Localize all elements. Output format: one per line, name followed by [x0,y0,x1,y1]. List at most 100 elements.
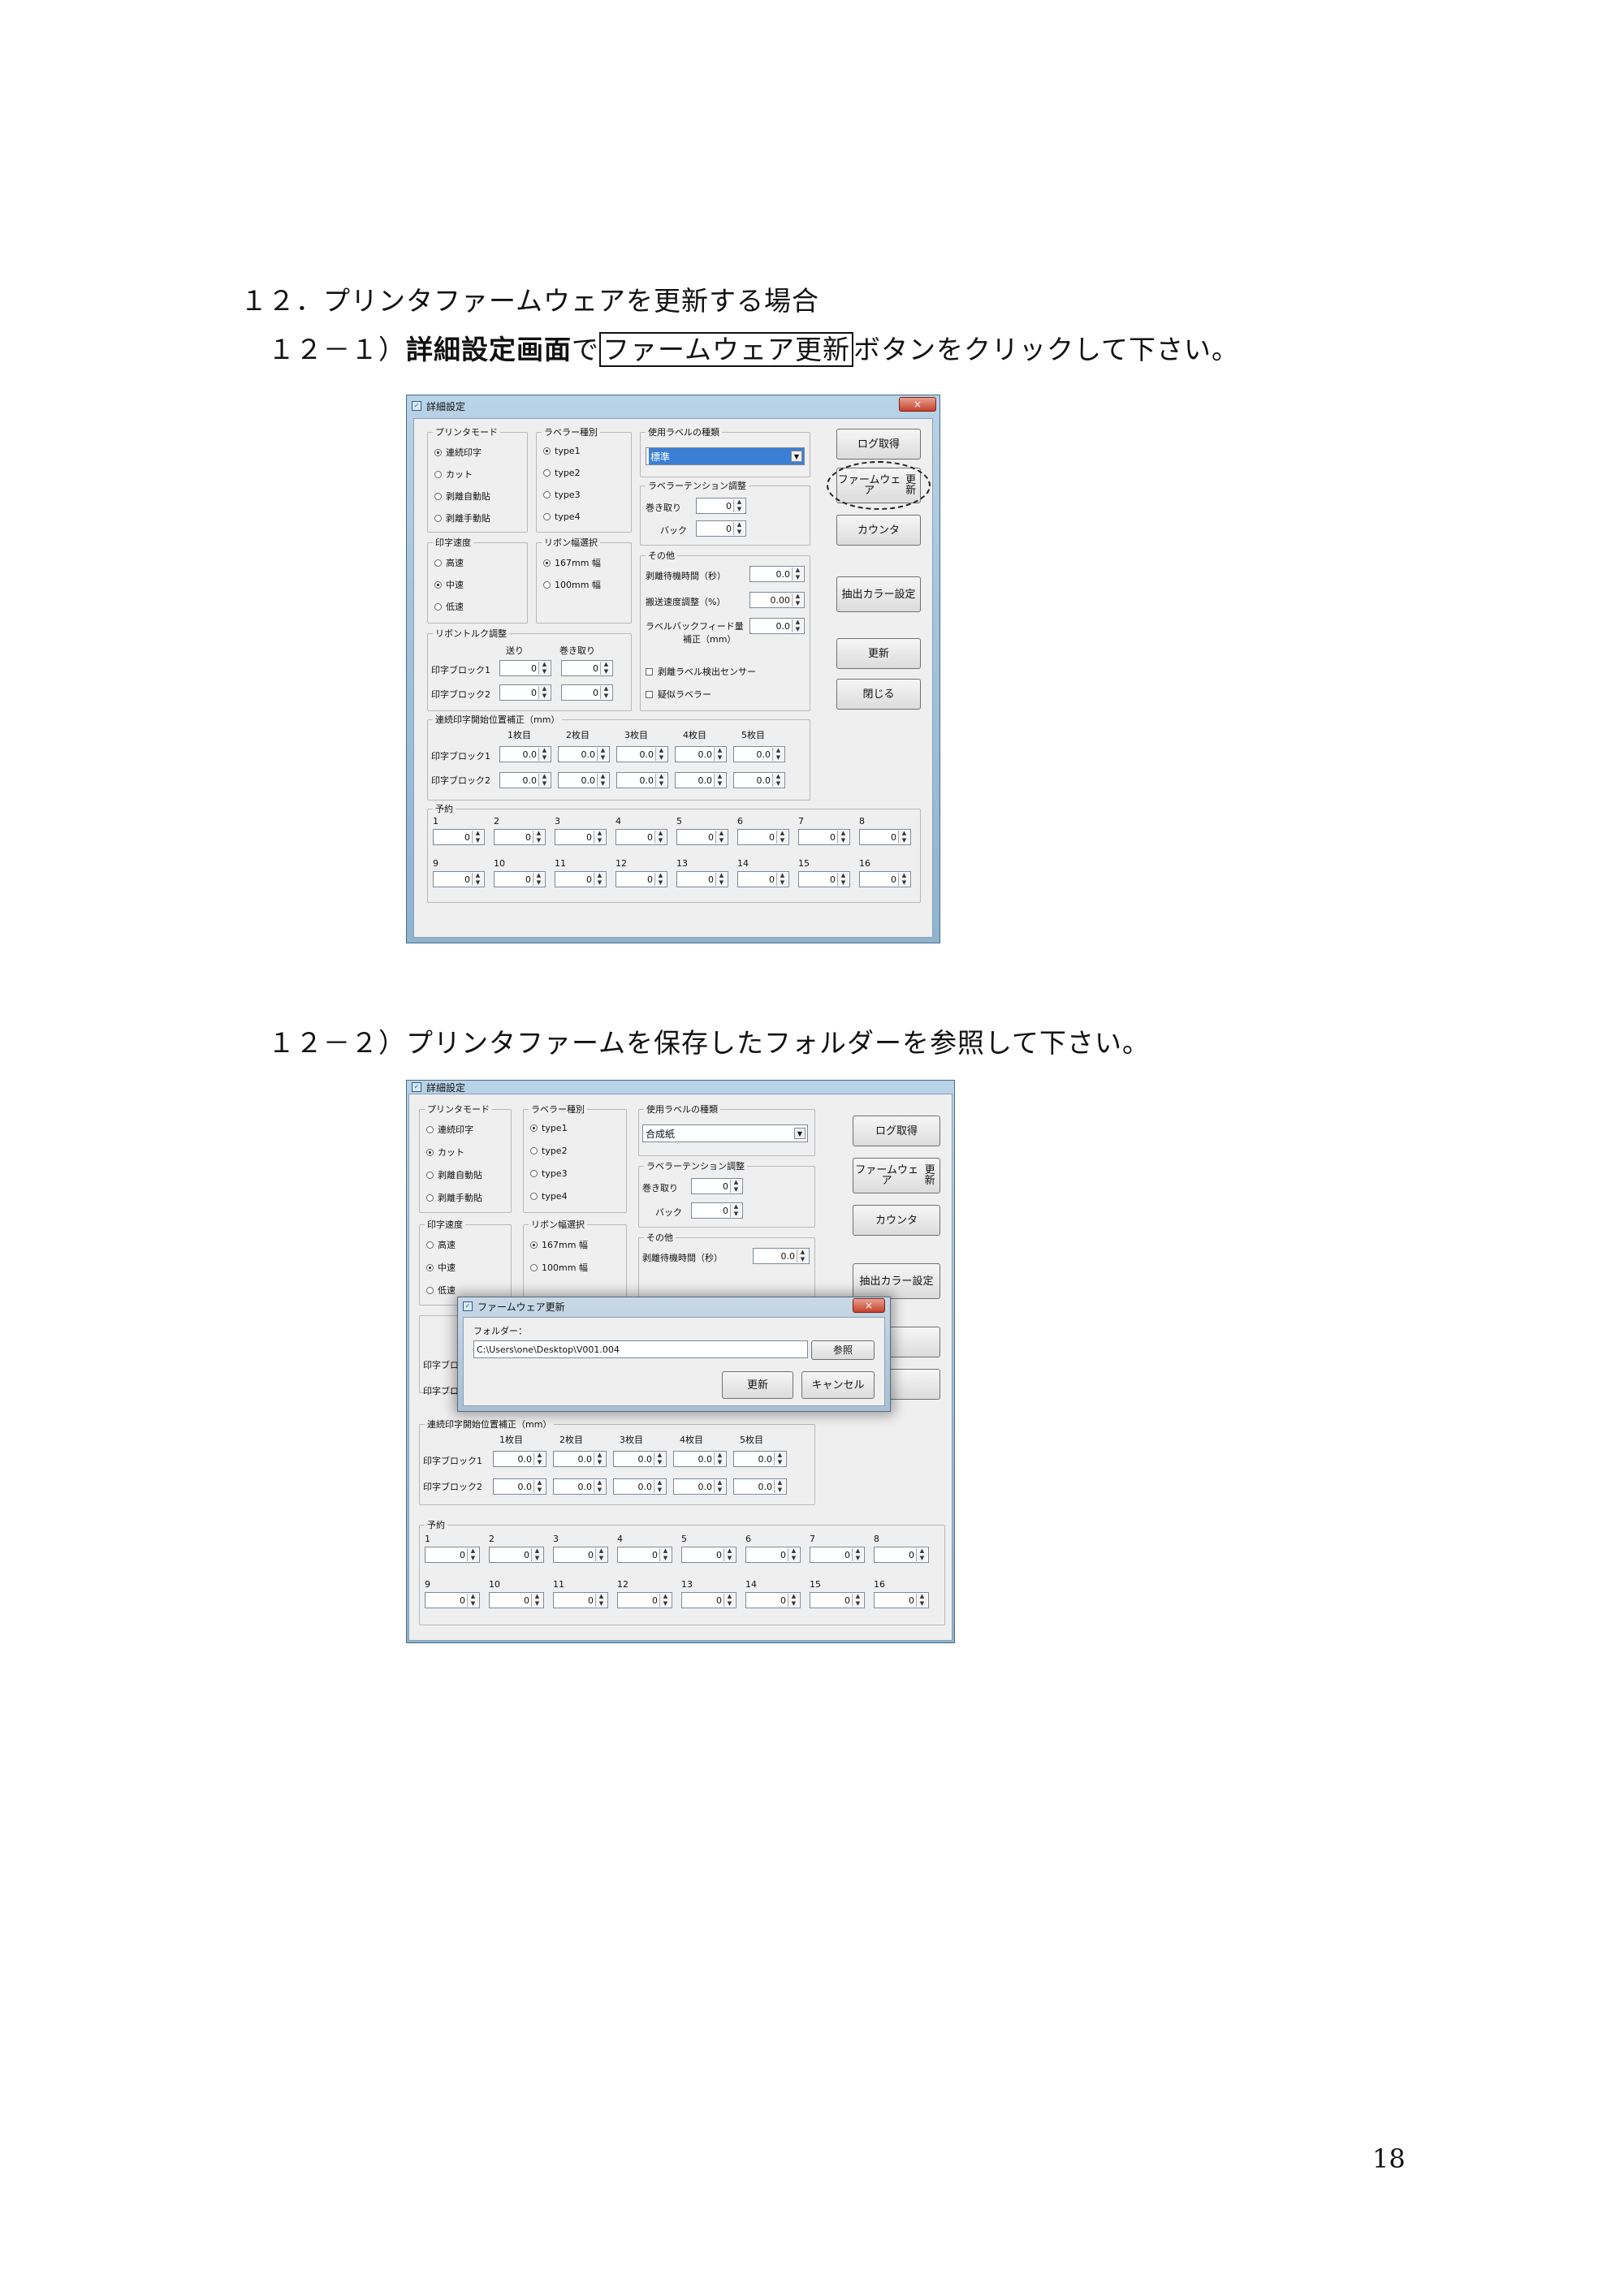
radio-type2[interactable]: type2 [543,468,581,478]
radio-continuous[interactable]: 連続印字 [434,446,482,459]
reserve-spinner[interactable]: 0 ▲ ▼ [617,1547,672,1563]
reserve-spinner[interactable]: 0 ▲ ▼ [433,829,485,845]
radio-167mm[interactable]: 167mm 幅 [543,556,601,569]
close-button[interactable]: 閉じる [836,679,921,710]
tension-back-spinner[interactable]: 0 ▲ ▼ [696,520,746,537]
peel-sensor-checkbox[interactable]: 剥離ラベル検出センサー [646,665,756,678]
start-pos2-r2c5[interactable]: 0.0 ▲ ▼ [733,1478,787,1495]
reserve-spinner[interactable]: 0 ▲ ▼ [859,871,911,887]
log-button-2[interactable]: ログ取得 [853,1116,940,1146]
dialog-update-button[interactable]: 更新 [722,1371,793,1399]
dialog-cancel-button[interactable]: キャンセル [801,1371,875,1399]
reserve-spinner[interactable]: 0 ▲ ▼ [737,829,789,845]
backfeed-spinner[interactable]: 0.0 ▲ ▼ [749,618,805,634]
start-pos2-r2c4[interactable]: 0.0 ▲ ▼ [673,1478,727,1495]
radio-type2-2[interactable]: type2 [530,1146,568,1156]
label-kind-select-2[interactable]: 合成紙 ▼ [642,1124,808,1142]
pseudo-labeler-checkbox[interactable]: 疑似ラベラー [646,688,711,701]
folder-path-input[interactable]: C:\Users\one\Desktop\V001.004 [473,1340,808,1358]
start-pos2-r1c3[interactable]: 0.0 ▲ ▼ [613,1451,667,1467]
speed-adjust-spinner[interactable]: 0.00 ▲ ▼ [749,592,805,608]
start-pos-r1c3[interactable]: 0.0 ▲ ▼ [616,746,668,762]
label-kind-select[interactable]: 標準 ▼ [646,447,805,465]
torque-row1-wind[interactable]: 0 ▲ ▼ [561,660,613,676]
reserve-spinner[interactable]: 0 ▲ ▼ [810,1592,865,1608]
color-setting-button-2[interactable]: 抽出カラー 設定 [853,1263,940,1299]
torque-row2-wind[interactable]: 0 ▲ ▼ [561,684,613,701]
reserve-spinner[interactable]: 0 ▲ ▼ [489,1592,544,1608]
start-pos2-r1c2[interactable]: 0.0 ▲ ▼ [553,1451,607,1467]
reserve-spinner[interactable]: 0 ▲ ▼ [615,829,667,845]
reserve-spinner[interactable]: 0 ▲ ▼ [745,1592,801,1608]
start-pos2-r2c2[interactable]: 0.0 ▲ ▼ [553,1478,607,1495]
radio-peel-auto[interactable]: 剥離自動貼 [434,490,490,503]
start-pos2-r2c1[interactable]: 0.0 ▲ ▼ [493,1478,546,1495]
radio-type3-2[interactable]: type3 [530,1168,568,1179]
radio-peel-manual-2[interactable]: 剥離手動貼 [426,1191,482,1204]
radio-speed-high-2[interactable]: 高速 [426,1238,456,1251]
radio-speed-mid[interactable]: 中速 [434,578,464,591]
start-pos-r2c5[interactable]: 0.0 ▲ ▼ [733,772,785,788]
start-pos-r2c4[interactable]: 0.0 ▲ ▼ [675,772,727,788]
tension-back-spinner-2[interactable]: 0 ▲ ▼ [691,1202,743,1219]
radio-type1[interactable]: type1 [543,446,581,456]
reserve-spinner[interactable]: 0 ▲ ▼ [615,871,667,887]
start-pos2-r1c1[interactable]: 0.0 ▲ ▼ [493,1451,546,1467]
reserve-spinner[interactable]: 0 ▲ ▼ [494,871,546,887]
color-setting-button[interactable]: 抽出カラー 設定 [836,576,921,612]
reserve-spinner[interactable]: 0 ▲ ▼ [745,1547,801,1563]
start-pos2-r1c4[interactable]: 0.0 ▲ ▼ [673,1451,727,1467]
reserve-spinner[interactable]: 0 ▲ ▼ [676,829,728,845]
browse-button[interactable]: 参照 [811,1340,875,1360]
torque-row2-send[interactable]: 0 ▲ ▼ [499,684,551,701]
reserve-spinner[interactable]: 0 ▲ ▼ [494,829,546,845]
start-pos-r1c2[interactable]: 0.0 ▲ ▼ [558,746,610,762]
torque-row1-send[interactable]: 0 ▲ ▼ [499,660,551,676]
radio-peel-manual[interactable]: 剥離手動貼 [434,511,490,524]
reserve-spinner[interactable]: 0 ▲ ▼ [874,1592,929,1608]
start-pos-r1c4[interactable]: 0.0 ▲ ▼ [675,746,727,762]
log-button[interactable]: ログ取得 [836,429,921,460]
peel-wait-spinner[interactable]: 0.0 ▲ ▼ [749,566,805,582]
reserve-spinner[interactable]: 0 ▲ ▼ [425,1547,480,1563]
radio-100mm-2[interactable]: 100mm 幅 [530,1261,588,1274]
reserve-spinner[interactable]: 0 ▲ ▼ [555,871,607,887]
start-pos-r2c3[interactable]: 0.0 ▲ ▼ [616,772,668,788]
reserve-spinner[interactable]: 0 ▲ ▼ [737,871,789,887]
reserve-spinner[interactable]: 0 ▲ ▼ [676,871,728,887]
counter-button[interactable]: カウンタ [836,515,921,546]
start-pos-r1c1[interactable]: 0.0 ▲ ▼ [499,746,551,762]
radio-continuous-2[interactable]: 連続印字 [426,1123,473,1136]
radio-peel-auto-2[interactable]: 剥離自動貼 [426,1168,482,1181]
radio-type3[interactable]: type3 [543,490,581,500]
reserve-spinner[interactable]: 0 ▲ ▼ [555,829,607,845]
start-pos2-r1c5[interactable]: 0.0 ▲ ▼ [733,1451,787,1467]
radio-cut-2[interactable]: カット [426,1146,464,1159]
radio-type1-2[interactable]: type1 [530,1123,568,1133]
firmware-update-button-2[interactable]: ファームウェア 更新 [853,1158,940,1193]
reserve-spinner[interactable]: 0 ▲ ▼ [553,1592,608,1608]
radio-speed-mid-2[interactable]: 中速 [426,1261,456,1274]
radio-type4[interactable]: type4 [543,511,581,522]
start-pos-r1c5[interactable]: 0.0 ▲ ▼ [733,746,785,762]
reserve-spinner[interactable]: 0 ▲ ▼ [681,1592,736,1608]
reserve-spinner[interactable]: 0 ▲ ▼ [425,1592,480,1608]
reserve-spinner[interactable]: 0 ▲ ▼ [617,1592,672,1608]
tension-wind-spinner[interactable]: 0 ▲ ▼ [696,498,746,514]
reserve-spinner[interactable]: 0 ▲ ▼ [553,1547,608,1563]
counter-button-2[interactable]: カウンタ [853,1205,940,1236]
tension-wind-spinner-2[interactable]: 0 ▲ ▼ [691,1178,743,1194]
window-close-button[interactable]: × [899,397,936,412]
peel-wait-spinner-2[interactable]: 0.0 ▲ ▼ [753,1248,810,1264]
radio-type4-2[interactable]: type4 [530,1191,568,1202]
reserve-spinner[interactable]: 0 ▲ ▼ [433,871,485,887]
dialog-close-button[interactable]: × [853,1298,885,1313]
start-pos-r2c1[interactable]: 0.0 ▲ ▼ [499,772,551,788]
radio-speed-low-2[interactable]: 低速 [426,1284,456,1297]
radio-167mm-2[interactable]: 167mm 幅 [530,1238,588,1251]
reserve-spinner[interactable]: 0 ▲ ▼ [874,1547,929,1563]
radio-speed-high[interactable]: 高速 [434,556,464,569]
start-pos-r2c2[interactable]: 0.0 ▲ ▼ [558,772,610,788]
radio-speed-low[interactable]: 低速 [434,600,464,613]
start-pos2-r2c3[interactable]: 0.0 ▲ ▼ [613,1478,667,1495]
